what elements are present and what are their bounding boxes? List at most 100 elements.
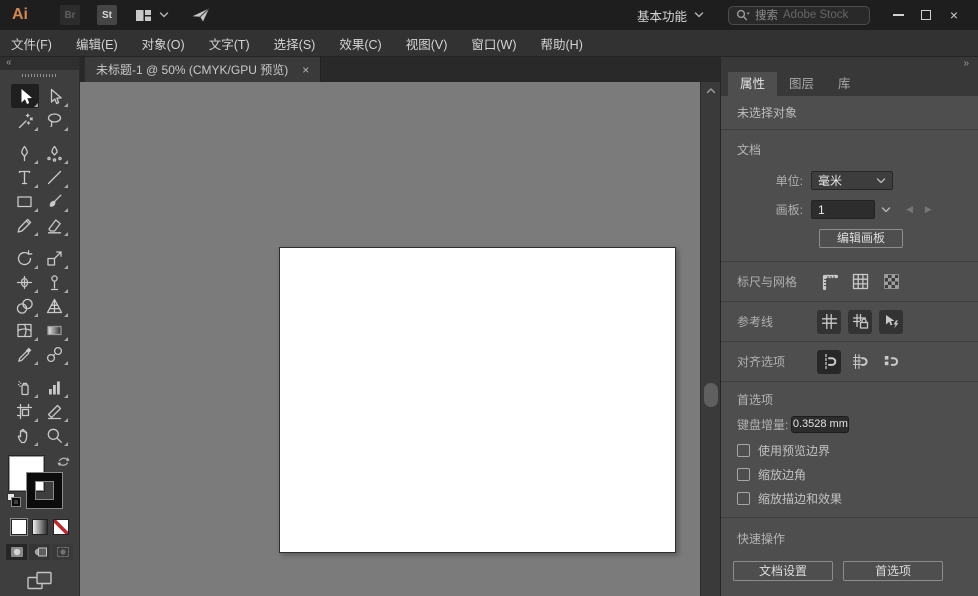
workspace-layout-icon[interactable] bbox=[135, 9, 152, 22]
scale-corners-checkbox[interactable] bbox=[737, 468, 750, 481]
snap-grid-icon[interactable] bbox=[848, 350, 872, 374]
grid-icon[interactable] bbox=[848, 270, 872, 294]
bridge-button[interactable]: Br bbox=[60, 5, 80, 25]
lock-guides-icon[interactable] bbox=[848, 310, 872, 334]
workspace-switcher[interactable]: 基本功能 bbox=[637, 6, 687, 25]
rotate-tool[interactable] bbox=[11, 246, 39, 270]
menu-effect[interactable]: 效果(C) bbox=[339, 34, 381, 53]
menu-edit[interactable]: 编辑(E) bbox=[76, 34, 118, 53]
gradient-tool[interactable] bbox=[41, 318, 69, 342]
transparency-grid-icon[interactable] bbox=[879, 270, 903, 294]
use-preview-bounds-checkbox[interactable] bbox=[737, 444, 750, 457]
line-segment-tool[interactable] bbox=[41, 165, 69, 189]
shaper-tool[interactable] bbox=[11, 213, 39, 237]
toolbar-grip[interactable] bbox=[0, 70, 79, 81]
menu-type[interactable]: 文字(T) bbox=[209, 34, 250, 53]
zoom-tool[interactable] bbox=[41, 423, 69, 447]
gradient-button[interactable] bbox=[32, 519, 48, 535]
blend-tool[interactable] bbox=[41, 342, 69, 366]
edit-artboards-button[interactable]: 编辑画板 bbox=[819, 229, 903, 248]
artboard-tool[interactable] bbox=[11, 399, 39, 423]
direct-selection-tool[interactable] bbox=[41, 84, 69, 108]
curvature-tool[interactable] bbox=[41, 141, 69, 165]
collapse-toolbar-icon[interactable]: « bbox=[0, 57, 79, 70]
scale-tool[interactable] bbox=[41, 246, 69, 270]
collapse-panel-icon[interactable]: » bbox=[721, 57, 978, 72]
puppet-warp-tool[interactable] bbox=[41, 270, 69, 294]
guides-icon[interactable] bbox=[817, 310, 841, 334]
next-artboard-button[interactable]: ▶ bbox=[925, 204, 932, 215]
type-tool[interactable] bbox=[11, 165, 39, 189]
hand-tool[interactable] bbox=[11, 423, 39, 447]
panel-tabs: 属性 图层 库 bbox=[721, 72, 978, 96]
mesh-tool[interactable] bbox=[11, 318, 39, 342]
eraser-tool[interactable] bbox=[41, 213, 69, 237]
scale-corners-label: 缩放边角 bbox=[758, 466, 806, 483]
draw-behind-button[interactable] bbox=[29, 544, 50, 560]
width-tool[interactable] bbox=[11, 270, 39, 294]
canvas-area[interactable] bbox=[80, 82, 700, 596]
selection-tool[interactable] bbox=[11, 84, 39, 108]
draw-normal-button[interactable] bbox=[6, 544, 27, 560]
chevron-down-icon[interactable] bbox=[694, 11, 704, 19]
chevron-down-icon[interactable] bbox=[159, 11, 169, 19]
scale-strokes-effects-checkbox[interactable] bbox=[737, 492, 750, 505]
stock-button[interactable]: St bbox=[97, 5, 117, 25]
menu-file[interactable]: 文件(F) bbox=[11, 34, 52, 53]
menu-window[interactable]: 窗口(W) bbox=[471, 34, 516, 53]
column-graph-tool[interactable] bbox=[41, 375, 69, 399]
menu-object[interactable]: 对象(O) bbox=[142, 34, 185, 53]
quick-actions-section: 快速操作 文档设置 首选项 bbox=[721, 518, 978, 581]
guides-row: 参考线 bbox=[721, 302, 978, 342]
artboard-select[interactable]: 1 bbox=[811, 200, 875, 219]
rectangle-tool[interactable] bbox=[11, 189, 39, 213]
unit-select[interactable]: 毫米 bbox=[811, 171, 893, 190]
rulers-grids-label: 标尺与网格 bbox=[737, 273, 817, 290]
menu-view[interactable]: 视图(V) bbox=[406, 34, 448, 53]
document-setup-button[interactable]: 文档设置 bbox=[733, 561, 833, 581]
tab-close-icon[interactable]: × bbox=[302, 63, 309, 77]
paintbrush-tool[interactable] bbox=[41, 189, 69, 213]
smart-guides-icon[interactable] bbox=[879, 310, 903, 334]
stroke-color-swatch[interactable] bbox=[27, 473, 62, 508]
vertical-scrollbar[interactable] bbox=[700, 82, 720, 596]
scroll-up-arrow[interactable] bbox=[701, 82, 720, 95]
draw-inside-button[interactable] bbox=[52, 544, 73, 560]
color-button[interactable] bbox=[11, 519, 27, 535]
magic-wand-tool[interactable] bbox=[11, 108, 39, 132]
minimize-button[interactable] bbox=[884, 4, 912, 26]
snap-point-icon[interactable] bbox=[817, 350, 841, 374]
default-fill-stroke-icon[interactable] bbox=[7, 493, 22, 508]
snap-pixel-icon[interactable] bbox=[879, 350, 903, 374]
tab-layers[interactable]: 图层 bbox=[777, 72, 826, 96]
pen-tool[interactable] bbox=[11, 141, 39, 165]
menu-help[interactable]: 帮助(H) bbox=[541, 34, 583, 53]
chevron-down-icon[interactable] bbox=[881, 206, 891, 214]
chevron-down-icon bbox=[876, 174, 886, 188]
close-button[interactable]: × bbox=[940, 4, 968, 26]
eyedropper-tool[interactable] bbox=[11, 342, 39, 366]
menu-select[interactable]: 选择(S) bbox=[274, 34, 316, 53]
none-button[interactable] bbox=[53, 519, 69, 535]
document-tab[interactable]: 未标题-1 @ 50% (CMYK/GPU 预览) × bbox=[85, 57, 321, 82]
swap-fill-stroke-icon[interactable] bbox=[57, 456, 70, 468]
shape-builder-tool[interactable] bbox=[11, 294, 39, 318]
preferences-button[interactable]: 首选项 bbox=[843, 561, 943, 581]
share-icon[interactable] bbox=[191, 7, 211, 23]
tab-properties[interactable]: 属性 bbox=[728, 72, 777, 96]
symbol-sprayer-tool[interactable] bbox=[11, 375, 39, 399]
keyboard-increment-input[interactable]: 0.3528 mm bbox=[791, 416, 849, 433]
scrollbar-thumb[interactable] bbox=[704, 383, 718, 407]
prev-artboard-button[interactable]: ◀ bbox=[906, 204, 913, 215]
change-screen-mode-button[interactable] bbox=[27, 571, 53, 591]
lasso-tool[interactable] bbox=[41, 108, 69, 132]
perspective-grid-tool[interactable] bbox=[41, 294, 69, 318]
maximize-button[interactable] bbox=[912, 4, 940, 26]
tab-libraries[interactable]: 库 bbox=[826, 72, 863, 96]
ruler-icon[interactable] bbox=[817, 270, 841, 294]
artboard[interactable] bbox=[279, 247, 676, 553]
stock-search-input[interactable]: 搜索 Adobe Stock bbox=[728, 6, 870, 25]
close-icon: × bbox=[950, 7, 958, 23]
slice-tool[interactable] bbox=[41, 399, 69, 423]
titlebar: Ai Br St 基本功能 搜索 Adobe Stock × bbox=[0, 0, 978, 30]
